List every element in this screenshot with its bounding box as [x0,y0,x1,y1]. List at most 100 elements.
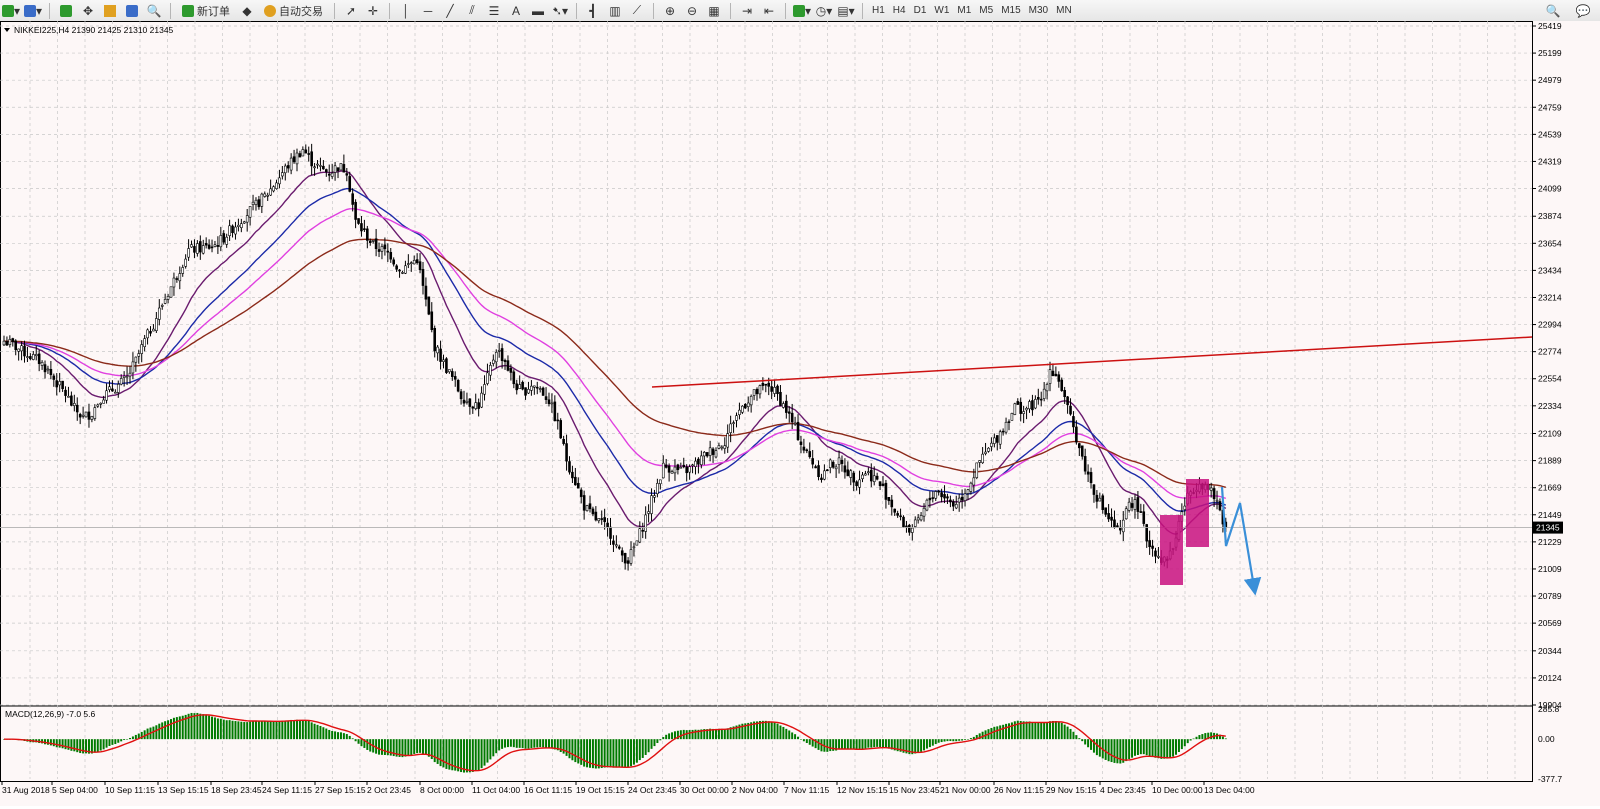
timeframe-mn[interactable]: MN [1052,2,1076,20]
vertical-line-icon[interactable]: │ [396,2,416,20]
macd-histogram-bar [260,721,263,740]
horizontal-line-icon[interactable]: ─ [418,2,438,20]
forecast-arrow[interactable] [1220,486,1262,596]
macd-histogram-bar [240,721,243,740]
highlight-box-right[interactable] [1186,479,1209,547]
candle-body [330,172,334,177]
timeframe-m5[interactable]: M5 [975,2,997,20]
resistance-trendline[interactable] [651,336,1533,388]
macd-histogram-bar [1095,739,1098,756]
macd-histogram-bar [937,739,940,743]
data-window-icon[interactable] [100,2,120,20]
macd-histogram-bar [1075,735,1078,740]
highlight-box-left[interactable] [1160,515,1183,585]
timeframe-h4[interactable]: H4 [889,2,910,20]
profiles-icon[interactable]: ▾ [23,2,43,20]
candle-body [535,386,539,389]
candle-body [108,386,111,390]
price-tick-label: 23654 [1538,238,1562,248]
timeframe-d1[interactable]: D1 [910,2,931,20]
candle-body [617,546,621,549]
macd-tick-label: -377.7 [1538,774,1562,784]
market-watch-icon[interactable] [56,2,76,20]
macd-histogram-bar [506,739,509,748]
candle-body [187,248,190,258]
arrows-icon[interactable]: ➷▾ [550,2,570,20]
candle-body [143,338,146,348]
macd-histogram-bar [621,739,624,768]
time-tick-label: 13 Sep 15:15 [158,785,209,795]
toolbar-divider [730,2,731,19]
terminal-icon[interactable] [122,2,142,20]
macd-signal-line [4,714,1226,772]
zoom-out-icon[interactable]: ⊖ [682,2,702,20]
new-order-button[interactable]: 新订单 [177,2,235,20]
candle-body [418,261,422,271]
crosshair-icon[interactable]: ✛ [363,2,383,20]
timeframe-m30[interactable]: M30 [1025,2,1052,20]
grid [0,21,1533,782]
macd-histogram-bar [301,719,304,740]
meta-editor-icon[interactable]: ◆ [237,2,257,20]
chart-canvas[interactable]: 25419 25199 24979 24759 24539 24319 24099 23874… [0,21,1600,806]
tile-windows-icon[interactable]: ▦ [704,2,724,20]
auto-trading-button[interactable]: 自动交易 [259,2,328,20]
zoom-in-icon[interactable]: ⊕ [660,2,680,20]
trendline-icon[interactable]: ╱ [440,2,460,20]
label-icon[interactable]: ▬ [528,2,548,20]
macd-histogram-bar [1054,721,1057,740]
candle-body [263,193,267,197]
navigator-icon[interactable]: ✥ [78,2,98,20]
macd-histogram-bar [49,739,52,746]
macd-histogram-bar [126,738,129,740]
candle-body [345,173,349,176]
candlestick-icon[interactable]: ▥ [605,2,625,20]
macd-histogram-bar [369,739,372,752]
candle-body [913,519,917,527]
line-chart-icon[interactable]: ⟋ [627,2,647,20]
text-icon[interactable]: A [506,2,526,20]
timeframe-w1[interactable]: W1 [930,2,953,20]
new-chart-icon[interactable]: ▾ [1,2,21,20]
candle-body [322,165,325,170]
strategy-tester-icon[interactable]: 🔍 [144,2,164,20]
candle-body [99,402,102,405]
candle-body [568,461,571,473]
chart-shift-icon[interactable]: ⇥ [737,2,757,20]
chat-icon[interactable]: 💬 [1573,2,1593,20]
fibonacci-icon[interactable]: ☰ [484,2,504,20]
candle-body [489,365,492,376]
candle-body [163,298,167,304]
equidistant-channel-icon[interactable]: ⫽ [462,2,482,20]
bar-chart-icon[interactable]: ┫ [583,2,603,20]
timeframe-m15[interactable]: M15 [997,2,1024,20]
candle-body [670,471,674,474]
candle-body [31,354,35,360]
candle-body [196,243,199,254]
price-chart[interactable]: 25419 25199 24979 24759 24539 24319 24099 23874… [0,21,1600,806]
macd-histogram-bar [914,739,917,754]
candle-body [114,391,117,394]
periods-icon[interactable]: ◷▾ [814,2,834,20]
macd-histogram-bar [1221,736,1224,740]
timeframe-h1[interactable]: H1 [868,2,889,20]
search-icon[interactable]: 🔍 [1543,2,1563,20]
cursor-icon[interactable]: ➚ [341,2,361,20]
macd-histogram-bar [1133,739,1136,756]
indicators-icon[interactable]: ▾ [792,2,812,20]
macd-histogram-bar [158,723,161,740]
timeframe-m1[interactable]: M1 [953,2,975,20]
autoscroll-icon[interactable]: ⇤ [759,2,779,20]
macd-histogram-bar [211,716,214,740]
candle-body [805,449,809,452]
macd-histogram-bar [1107,739,1110,762]
candle-body [58,381,61,386]
macd-histogram-bar [1078,738,1081,740]
candle-body [609,526,612,539]
templates-icon[interactable]: ▤▾ [836,2,856,20]
candle-body [940,492,943,498]
candle-body [831,461,835,468]
candle-body [521,381,524,390]
candle-body [1086,471,1090,475]
drawn-objects[interactable] [0,336,1533,596]
